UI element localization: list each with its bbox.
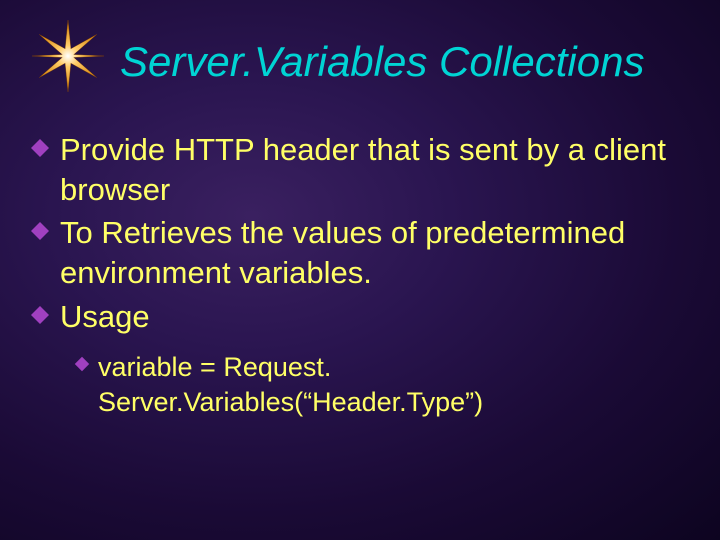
bullet-text: Provide HTTP header that is sent by a cl… xyxy=(60,130,680,209)
sub-bullet-text: variable = Request. Server.Variables(“He… xyxy=(98,350,680,420)
sub-bullet-item: variable = Request. Server.Variables(“He… xyxy=(74,350,680,420)
bullet-text: To Retrieves the values of predetermined… xyxy=(60,213,680,292)
sub-bullet-list: variable = Request. Server.Variables(“He… xyxy=(74,350,680,420)
diamond-bullet-icon xyxy=(30,138,50,163)
starburst-decoration xyxy=(32,20,104,92)
bullet-item: Usage xyxy=(30,297,680,337)
diamond-bullet-icon xyxy=(30,305,50,330)
slide-title: Server.Variables Collections xyxy=(120,38,644,86)
diamond-bullet-icon xyxy=(30,221,50,246)
bullet-list: Provide HTTP header that is sent by a cl… xyxy=(30,130,680,421)
diamond-bullet-icon xyxy=(74,356,90,377)
bullet-item: Provide HTTP header that is sent by a cl… xyxy=(30,130,680,209)
bullet-text: Usage xyxy=(60,297,150,337)
bullet-item: To Retrieves the values of predetermined… xyxy=(30,213,680,292)
